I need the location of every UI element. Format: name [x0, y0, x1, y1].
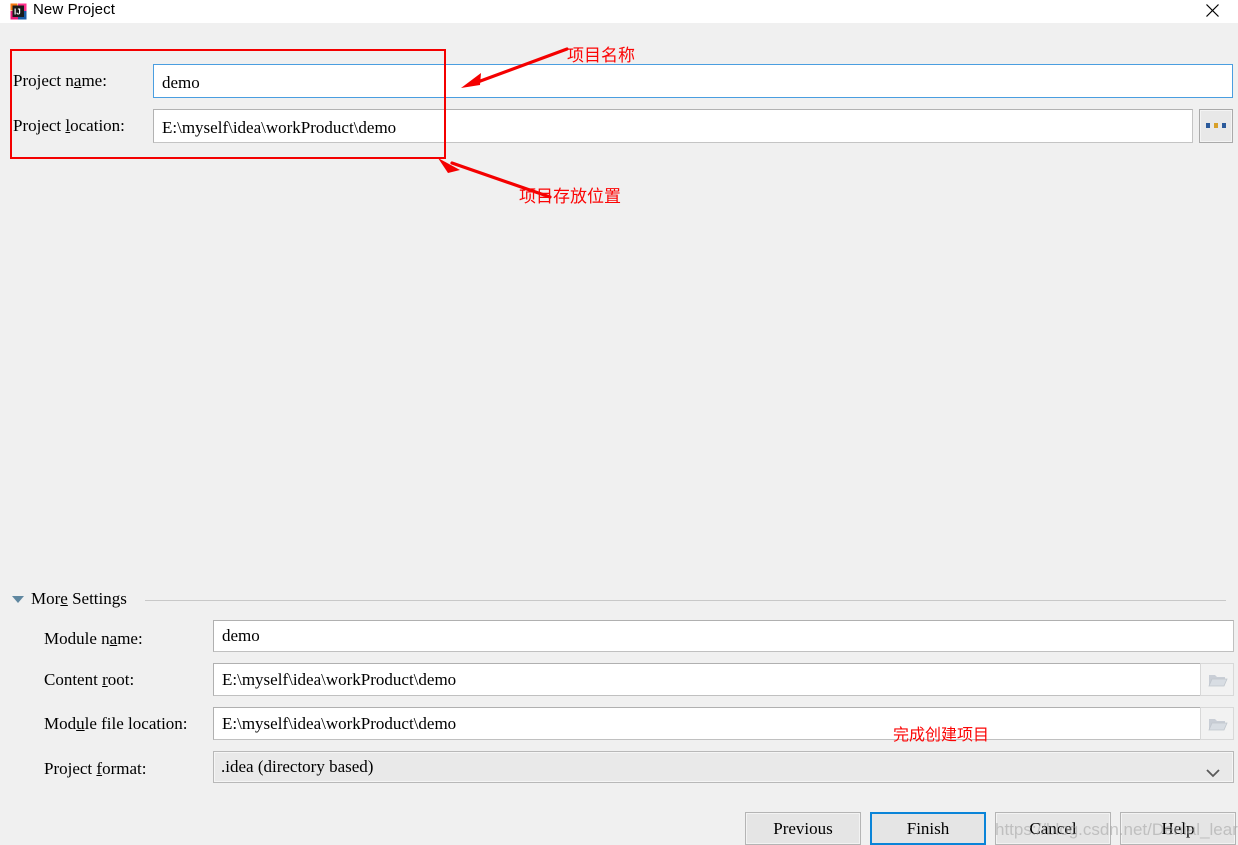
module-file-location-label: Module file location:	[44, 714, 188, 733]
module-name-label: Module name:	[44, 629, 143, 648]
project-format-label: Project format:	[44, 759, 147, 778]
module-name-input[interactable]: demo	[213, 620, 1234, 652]
more-settings-divider	[145, 600, 1226, 601]
help-button[interactable]: Help	[1120, 812, 1236, 845]
close-icon[interactable]	[1196, 0, 1230, 23]
browse-content-root-button[interactable]	[1200, 663, 1234, 696]
intellij-idea-icon: IJ	[10, 3, 27, 20]
annotation-project-location-text: 项目存放位置	[519, 187, 621, 207]
project-name-label: Project name:	[13, 71, 107, 90]
module-file-location-input[interactable]: E:\myself\idea\workProduct\demo	[213, 707, 1234, 740]
cancel-button[interactable]: Cancel	[995, 812, 1111, 845]
annotation-finish-text: 完成创建项目	[893, 725, 990, 744]
finish-button[interactable]: Finish	[870, 812, 986, 845]
project-location-label: Project location:	[13, 116, 125, 135]
svg-text:IJ: IJ	[14, 8, 21, 17]
chevron-down-icon	[1205, 763, 1221, 783]
folder-icon	[1208, 719, 1228, 731]
project-format-value: .idea (directory based)	[221, 757, 374, 776]
browse-project-location-button[interactable]	[1199, 109, 1233, 143]
project-name-input[interactable]: demo	[153, 64, 1233, 98]
folder-icon	[1208, 675, 1228, 687]
content-root-input[interactable]: E:\myself\idea\workProduct\demo	[213, 663, 1234, 696]
project-location-input[interactable]: E:\myself\idea\workProduct\demo	[153, 109, 1193, 143]
ellipsis-icon	[1200, 123, 1232, 128]
browse-module-file-location-button[interactable]	[1200, 707, 1234, 740]
window-titlebar: IJ New Project	[0, 0, 1238, 23]
project-format-select[interactable]: .idea (directory based)	[213, 751, 1234, 783]
new-project-dialog-body: Project name: demo Project location: E:\…	[0, 23, 1238, 845]
annotation-project-name-text: 项目名称	[567, 46, 635, 66]
more-settings-label: More Settings	[31, 589, 127, 608]
triangle-down-icon	[12, 596, 24, 603]
previous-button[interactable]: Previous	[745, 812, 861, 845]
window-title: New Project	[33, 1, 115, 18]
content-root-label: Content root:	[44, 670, 135, 689]
